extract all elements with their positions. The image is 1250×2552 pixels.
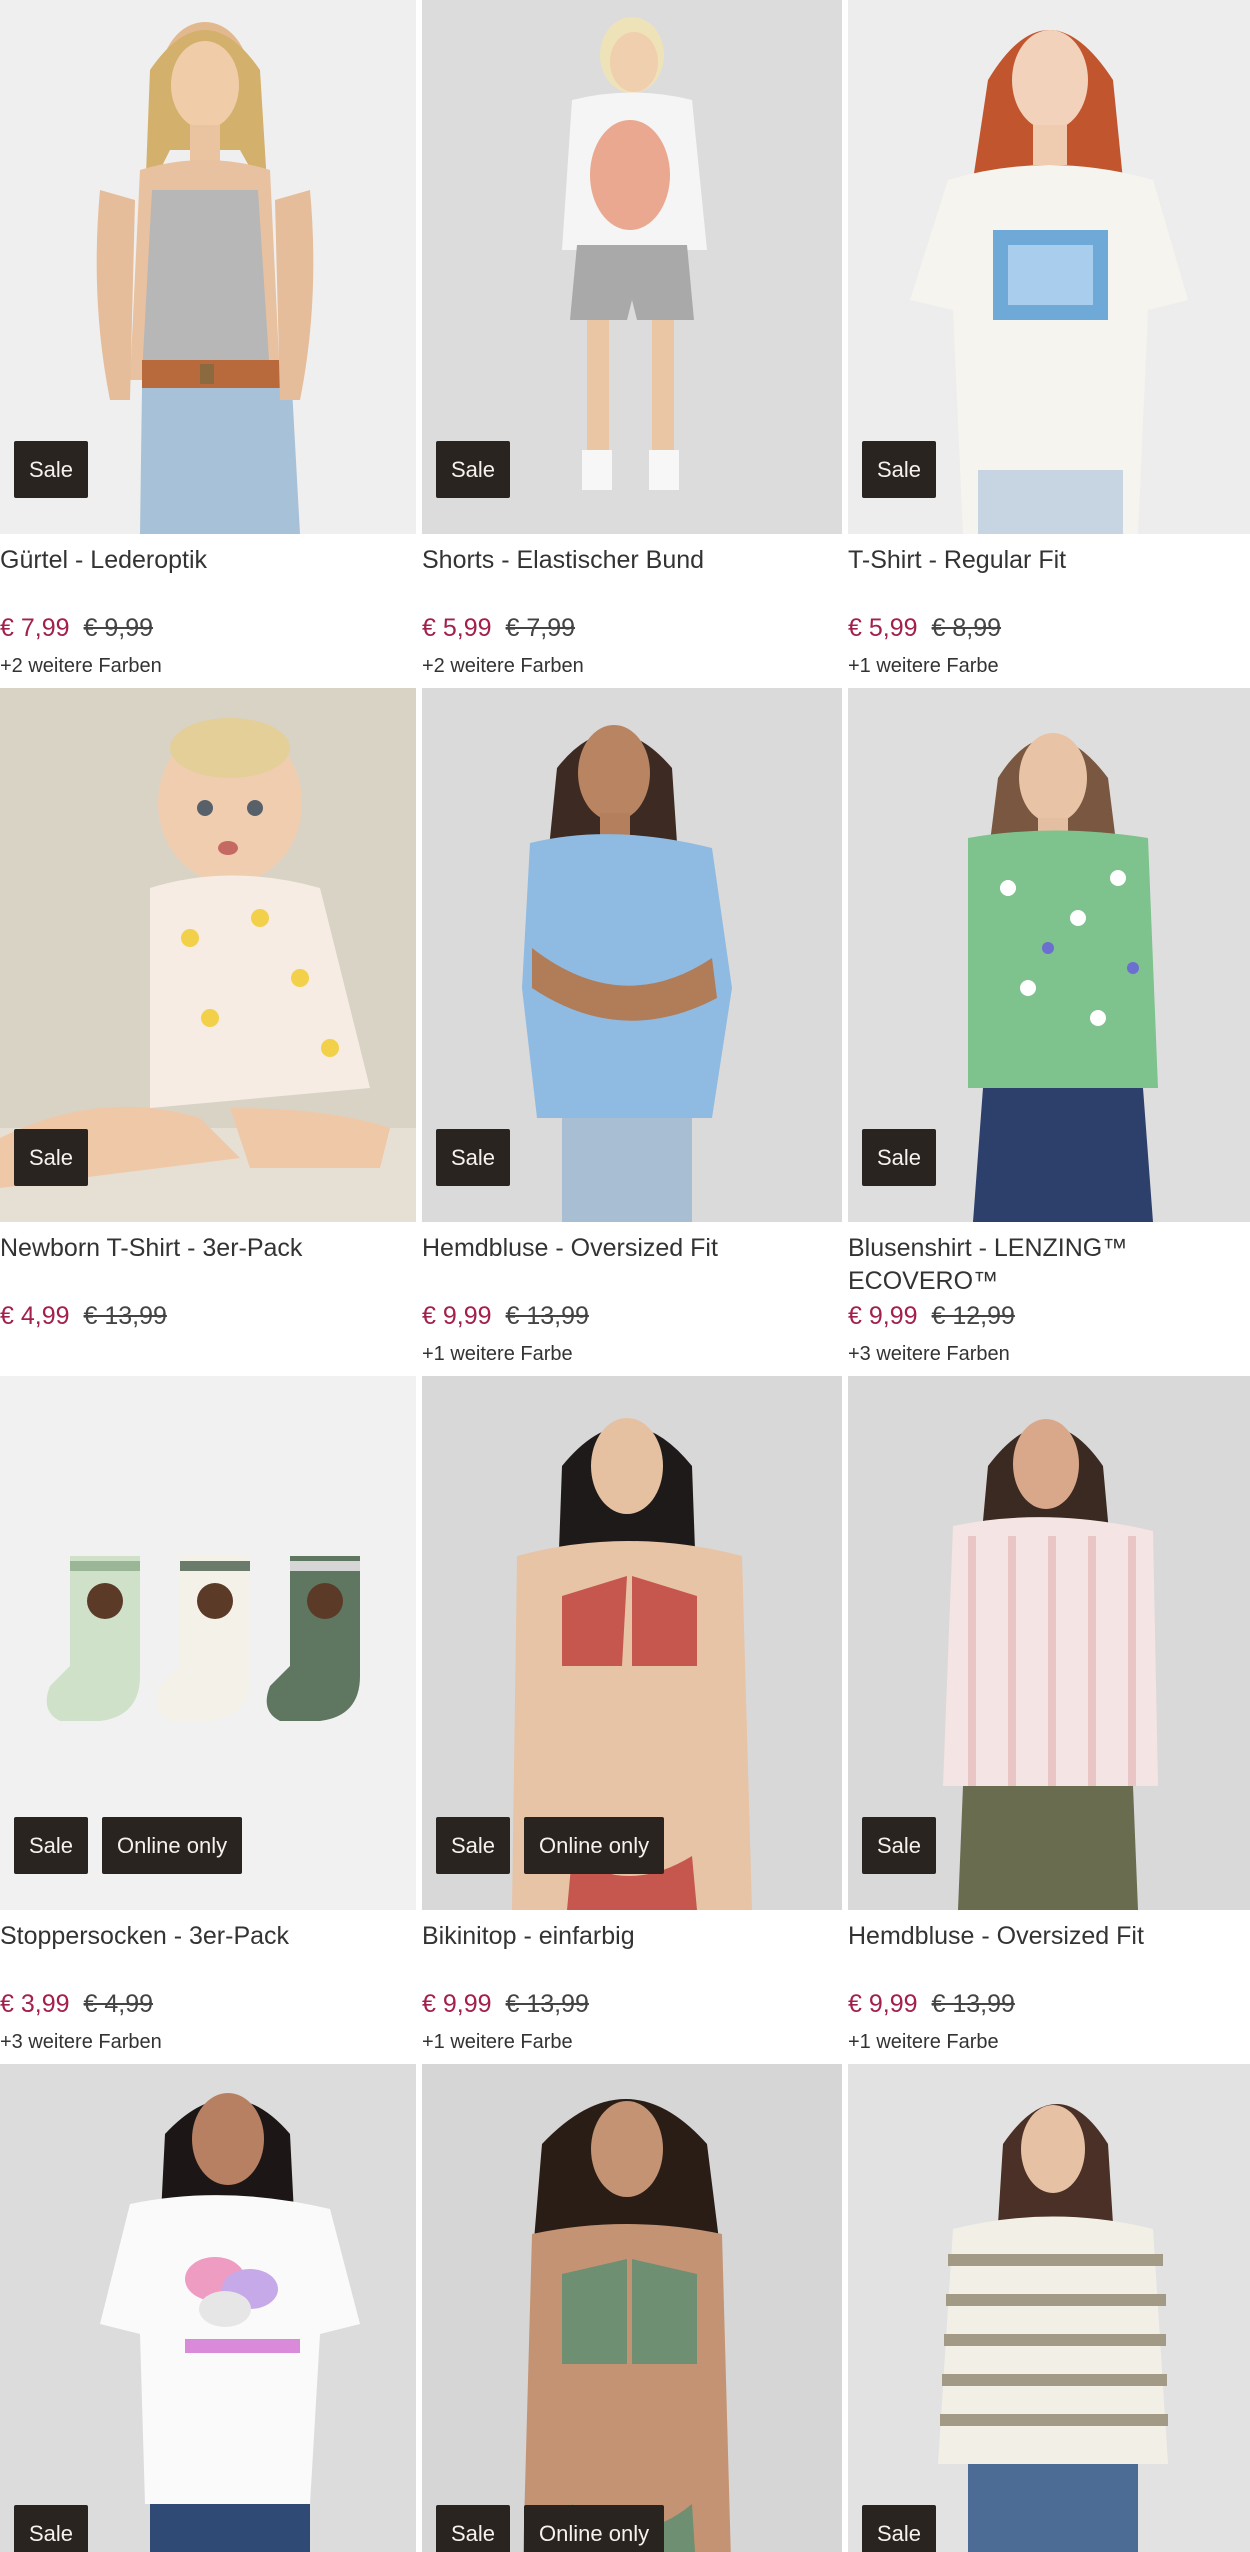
- product-image[interactable]: Sale: [848, 0, 1250, 534]
- product-image[interactable]: Sale Online only: [422, 2064, 842, 2552]
- sale-badge: Sale: [436, 1817, 511, 1874]
- original-price: € 7,99: [505, 614, 576, 642]
- product-image[interactable]: Sale: [848, 688, 1250, 1222]
- product-image[interactable]: Sale: [0, 688, 416, 1222]
- product-title[interactable]: Shorts - Elastischer Bund: [422, 544, 842, 577]
- product-image[interactable]: Sale: [422, 688, 842, 1222]
- badge-group: Sale Online only: [436, 2505, 665, 2552]
- badge-group: Sale: [14, 1129, 89, 1186]
- more-colors-link[interactable]: +2 weitere Farben: [0, 655, 162, 678]
- original-price: € 13,99: [505, 1302, 589, 1330]
- product-photo-woman-striped-sweater: [848, 2064, 1250, 2552]
- badge-group: Sale Online only: [14, 1817, 243, 1874]
- product-title[interactable]: Newborn T-Shirt - 3er-Pack: [0, 1232, 416, 1265]
- product-card[interactable]: Sale Blusenshirt - LENZING™ ECOVERO™ € 9…: [848, 688, 1250, 1376]
- more-colors-link[interactable]: +1 weitere Farbe: [422, 1343, 573, 1366]
- sale-badge: Sale: [436, 1129, 511, 1186]
- product-title[interactable]: T-Shirt - Regular Fit: [848, 544, 1250, 577]
- product-title[interactable]: Stoppersocken - 3er-Pack: [0, 1920, 416, 1953]
- product-card[interactable]: Sale Online only Stoppersocken - 3er-Pack…: [0, 1376, 416, 2064]
- original-price: € 13,99: [931, 1990, 1015, 2018]
- sale-badge: Sale: [14, 1817, 89, 1874]
- price-row: € 9,99 € 13,99: [422, 1302, 589, 1331]
- more-colors-link[interactable]: +3 weitere Farben: [848, 1343, 1010, 1366]
- product-title[interactable]: Hemdbluse - Oversized Fit: [848, 1920, 1250, 1953]
- product-card[interactable]: Sale Hemdbluse - Oversized Fit € 9,99 € 1…: [422, 688, 842, 1376]
- product-image[interactable]: Sale Online only: [422, 1376, 842, 1910]
- original-price: € 4,99: [83, 1990, 154, 2018]
- sale-badge: Sale: [14, 2505, 89, 2552]
- badge-group: Sale: [862, 1129, 937, 1186]
- original-price: € 9,99: [83, 614, 154, 642]
- price-row: € 9,99 € 12,99: [848, 1302, 1015, 1331]
- badge-group: Sale Online only: [436, 1817, 665, 1874]
- badge-group: Sale: [436, 1129, 511, 1186]
- sale-price: € 5,99: [848, 614, 918, 642]
- price-row: € 3,99 € 4,99: [0, 1990, 153, 2019]
- product-photo-woman-bikini-green: [422, 2064, 842, 2552]
- product-title[interactable]: Blusenshirt - LENZING™ ECOVERO™: [848, 1232, 1250, 1298]
- original-price: € 13,99: [83, 1302, 167, 1330]
- sale-badge: Sale: [862, 441, 937, 498]
- product-card[interactable]: Sale Online only Bikinitop - einfarbig € …: [422, 1376, 842, 2064]
- sale-price: € 3,99: [0, 1990, 70, 2018]
- sale-price: € 9,99: [848, 1990, 918, 2018]
- original-price: € 8,99: [931, 614, 1002, 642]
- product-image[interactable]: Sale: [0, 2064, 416, 2552]
- sale-badge: Sale: [14, 441, 89, 498]
- sale-badge: Sale: [862, 1817, 937, 1874]
- more-colors-link[interactable]: +1 weitere Farbe: [422, 2031, 573, 2054]
- sale-badge: Sale: [436, 2505, 511, 2552]
- product-image[interactable]: Sale Online only: [0, 1376, 416, 1910]
- sale-price: € 9,99: [422, 1302, 492, 1330]
- badge-group: Sale: [862, 441, 937, 498]
- price-row: € 5,99 € 7,99: [422, 614, 575, 643]
- product-image[interactable]: Sale: [848, 2064, 1250, 2552]
- product-title[interactable]: Bikinitop - einfarbig: [422, 1920, 842, 1953]
- product-image[interactable]: Sale: [422, 0, 842, 534]
- product-card[interactable]: Sale Hemdbluse - Oversized Fit € 9,99 € 1…: [848, 1376, 1250, 2064]
- product-grid: Sale Gürtel - Lederoptik € 7,99 € 9,99 +2…: [0, 0, 1250, 2552]
- product-card[interactable]: Sale: [0, 2064, 416, 2552]
- sale-price: € 5,99: [422, 614, 492, 642]
- sale-price: € 9,99: [848, 1302, 918, 1330]
- original-price: € 13,99: [505, 1990, 589, 2018]
- price-row: € 5,99 € 8,99: [848, 614, 1001, 643]
- online-only-badge: Online only: [524, 1817, 665, 1874]
- sale-price: € 4,99: [0, 1302, 70, 1330]
- online-only-badge: Online only: [524, 2505, 665, 2552]
- sale-price: € 9,99: [422, 1990, 492, 2018]
- badge-group: Sale: [862, 2505, 937, 2552]
- price-row: € 9,99 € 13,99: [848, 1990, 1015, 2019]
- product-title[interactable]: Hemdbluse - Oversized Fit: [422, 1232, 842, 1265]
- badge-group: Sale: [862, 1817, 937, 1874]
- more-colors-link[interactable]: +3 weitere Farben: [0, 2031, 162, 2054]
- online-only-badge: Online only: [102, 1817, 243, 1874]
- product-card[interactable]: Sale Online only: [422, 2064, 842, 2552]
- product-image[interactable]: Sale: [848, 1376, 1250, 1910]
- badge-group: Sale: [14, 2505, 89, 2552]
- price-row: € 7,99 € 9,99: [0, 614, 153, 643]
- product-card[interactable]: Sale Gürtel - Lederoptik € 7,99 € 9,99 +2…: [0, 0, 416, 688]
- more-colors-link[interactable]: +1 weitere Farbe: [848, 655, 999, 678]
- product-card[interactable]: Sale: [848, 2064, 1250, 2552]
- sale-badge: Sale: [436, 441, 511, 498]
- price-row: € 4,99 € 13,99: [0, 1302, 167, 1331]
- product-card[interactable]: Sale Shorts - Elastischer Bund € 5,99 € 7…: [422, 0, 842, 688]
- sale-badge: Sale: [862, 1129, 937, 1186]
- more-colors-link[interactable]: +2 weitere Farben: [422, 655, 584, 678]
- product-title[interactable]: Gürtel - Lederoptik: [0, 544, 416, 577]
- product-card[interactable]: Sale Newborn T-Shirt - 3er-Pack € 4,99 € …: [0, 688, 416, 1376]
- original-price: € 12,99: [931, 1302, 1015, 1330]
- more-colors-link[interactable]: +1 weitere Farbe: [848, 2031, 999, 2054]
- product-card[interactable]: Sale T-Shirt - Regular Fit € 5,99 € 8,99 …: [848, 0, 1250, 688]
- badge-group: Sale: [14, 441, 89, 498]
- product-photo-woman-happiness-tee: [0, 2064, 416, 2552]
- sale-price: € 7,99: [0, 614, 70, 642]
- sale-badge: Sale: [862, 2505, 937, 2552]
- product-image[interactable]: Sale: [0, 0, 416, 534]
- sale-badge: Sale: [14, 1129, 89, 1186]
- price-row: € 9,99 € 13,99: [422, 1990, 589, 2019]
- badge-group: Sale: [436, 441, 511, 498]
